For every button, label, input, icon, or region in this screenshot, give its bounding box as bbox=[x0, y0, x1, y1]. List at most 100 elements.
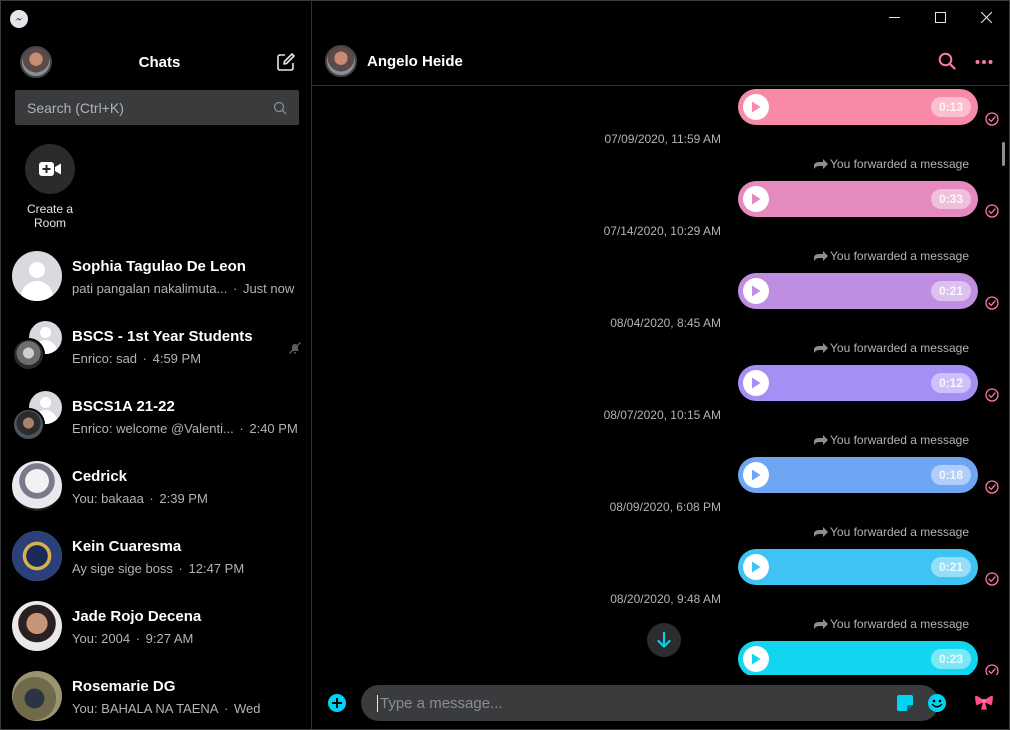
emoji-icon[interactable] bbox=[928, 694, 946, 712]
chat-item[interactable]: BSCS - 1st Year Students Enrico: sad · 4… bbox=[1, 311, 311, 381]
chat-name: BSCS1A 21-22 bbox=[72, 398, 175, 415]
play-button[interactable] bbox=[743, 94, 769, 120]
sent-check-icon bbox=[985, 204, 999, 218]
voice-message[interactable]: 0:13 bbox=[738, 89, 978, 125]
message-list[interactable]: 0:13 07/09/2020, 11:59 AM You forwarded a … bbox=[312, 87, 1009, 675]
chat-item[interactable]: Rosemarie DG You: BAHALA NA TAENA · Wed bbox=[1, 661, 311, 729]
contact-name[interactable]: Angelo Heide bbox=[367, 53, 463, 70]
search-field[interactable] bbox=[15, 90, 299, 125]
messenger-logo-icon bbox=[10, 10, 28, 28]
chat-preview-text: You: 2004 bbox=[72, 631, 131, 646]
chat-preview: Ay sige sige boss · 12:47 PM bbox=[72, 561, 245, 576]
search-input[interactable] bbox=[27, 99, 273, 116]
play-button[interactable] bbox=[743, 370, 769, 396]
new-message-icon[interactable] bbox=[276, 52, 296, 72]
minimize-button[interactable] bbox=[871, 1, 917, 33]
play-button[interactable] bbox=[743, 278, 769, 304]
chat-preview: You: bakaaa · 2:39 PM bbox=[72, 491, 208, 506]
chat-time: 4:59 PM bbox=[152, 351, 202, 366]
message-field[interactable] bbox=[361, 685, 939, 721]
play-icon bbox=[752, 561, 761, 573]
scroll-to-bottom-button[interactable] bbox=[647, 623, 681, 657]
sent-check-icon bbox=[985, 480, 999, 494]
sent-check-icon bbox=[985, 664, 999, 675]
voice-message[interactable]: 0:21 bbox=[738, 273, 978, 309]
play-icon bbox=[752, 469, 761, 481]
play-button[interactable] bbox=[743, 462, 769, 488]
play-icon bbox=[752, 285, 761, 297]
maximize-icon bbox=[934, 11, 946, 23]
sent-check-icon bbox=[985, 296, 999, 310]
video-plus-icon bbox=[39, 162, 61, 176]
add-attachment-icon[interactable] bbox=[328, 694, 346, 712]
audio-duration: 0:21 bbox=[931, 557, 971, 577]
chat-preview: pati pangalan nakalimuta... · Just now bbox=[72, 281, 295, 296]
message-timestamp: 08/20/2020, 9:48 AM bbox=[610, 592, 721, 606]
ribbon-reaction-icon[interactable] bbox=[975, 693, 993, 711]
chat-preview-text: You: bakaaa bbox=[72, 491, 144, 506]
chat-time: 2:39 PM bbox=[159, 491, 208, 506]
chat-preview-text: pati pangalan nakalimuta... bbox=[72, 281, 228, 296]
close-button[interactable] bbox=[963, 1, 1009, 33]
sticker-icon[interactable] bbox=[896, 694, 914, 712]
close-icon bbox=[980, 11, 992, 23]
sidebar: Chats Create a Room bbox=[1, 1, 312, 729]
chat-item[interactable]: Jade Rojo Decena You: 2004 · 9:27 AM bbox=[1, 591, 311, 661]
voice-message[interactable]: 0:23 bbox=[738, 641, 978, 675]
forwarded-label: You forwarded a message bbox=[830, 617, 969, 631]
create-room-button[interactable] bbox=[25, 144, 75, 194]
scrollbar-thumb[interactable] bbox=[1002, 142, 1005, 166]
audio-duration: 0:13 bbox=[931, 97, 971, 117]
chat-name: Rosemarie DG bbox=[72, 678, 176, 695]
messenger-window: Chats Create a Room bbox=[0, 0, 1010, 730]
play-icon bbox=[752, 653, 761, 665]
sidebar-title: Chats bbox=[138, 54, 181, 71]
voice-message[interactable]: 0:12 bbox=[738, 365, 978, 401]
avatar bbox=[12, 531, 62, 581]
avatar bbox=[12, 461, 62, 511]
sent-check-icon bbox=[985, 388, 999, 402]
chat-item[interactable]: Cedrick You: bakaaa · 2:39 PM bbox=[1, 451, 311, 521]
sent-check-icon bbox=[985, 572, 999, 586]
chat-preview-text: Enrico: sad bbox=[72, 351, 138, 366]
maximize-button[interactable] bbox=[917, 1, 963, 33]
contact-avatar[interactable] bbox=[325, 45, 357, 77]
audio-duration: 0:33 bbox=[931, 189, 971, 209]
play-icon bbox=[752, 193, 761, 205]
more-options-icon[interactable] bbox=[975, 59, 993, 65]
sent-check-icon bbox=[985, 112, 999, 126]
group-avatar bbox=[12, 391, 62, 441]
chat-item[interactable]: BSCS1A 21-22 Enrico: welcome @Valenti...… bbox=[1, 381, 311, 451]
chat-preview: You: BAHALA NA TAENA · Wed bbox=[72, 701, 261, 716]
chat-name: Sophia Tagulao De Leon bbox=[72, 258, 246, 275]
audio-duration: 0:21 bbox=[931, 281, 971, 301]
chat-preview: Enrico: sad · 4:59 PM bbox=[72, 351, 202, 366]
forwarded-label: You forwarded a message bbox=[830, 249, 969, 263]
audio-duration: 0:23 bbox=[931, 649, 971, 669]
forward-arrow-icon bbox=[814, 343, 829, 353]
voice-message[interactable]: 0:21 bbox=[738, 549, 978, 585]
window-controls bbox=[871, 1, 1009, 33]
create-room-label: Create a Room bbox=[26, 202, 74, 230]
voice-message[interactable]: 0:18 bbox=[738, 457, 978, 493]
audio-duration: 0:12 bbox=[931, 373, 971, 393]
chat-item[interactable]: Sophia Tagulao De Leon pati pangalan nak… bbox=[1, 241, 311, 311]
forwarded-note: You forwarded a message bbox=[813, 617, 969, 631]
chat-preview-text: Ay sige sige boss bbox=[72, 561, 173, 576]
chat-item[interactable]: Kein Cuaresma Ay sige sige boss · 12:47 … bbox=[1, 521, 311, 591]
voice-message[interactable]: 0:33 bbox=[738, 181, 978, 217]
forwarded-note: You forwarded a message bbox=[813, 433, 969, 447]
message-timestamp: 08/07/2020, 10:15 AM bbox=[603, 408, 721, 422]
play-icon bbox=[752, 377, 761, 389]
chat-name: Kein Cuaresma bbox=[72, 538, 182, 555]
conversation-pane: Angelo Heide 0:13 07/09/2020, 11:59 AM You… bbox=[312, 1, 1009, 729]
forwarded-note: You forwarded a message bbox=[813, 249, 969, 263]
forward-arrow-icon bbox=[814, 251, 829, 261]
play-button[interactable] bbox=[743, 186, 769, 212]
forwarded-label: You forwarded a message bbox=[830, 433, 969, 447]
play-button[interactable] bbox=[743, 646, 769, 672]
search-in-conversation-icon[interactable] bbox=[938, 52, 956, 70]
play-button[interactable] bbox=[743, 554, 769, 580]
chat-list: Sophia Tagulao De Leon pati pangalan nak… bbox=[1, 241, 311, 729]
message-input[interactable] bbox=[377, 694, 923, 712]
